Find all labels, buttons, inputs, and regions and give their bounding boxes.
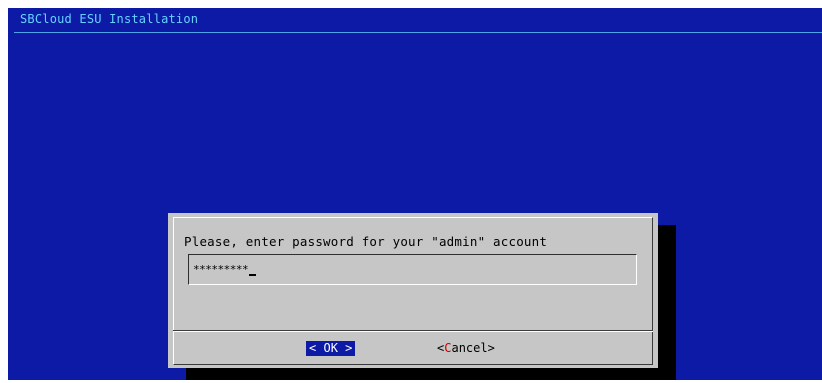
ok-label-rest: K (330, 341, 338, 355)
ok-hotkey: O (323, 341, 331, 355)
ok-right-bracket: > (345, 341, 353, 355)
password-dialog: Please, enter password for your "admin" … (168, 213, 658, 368)
ok-button[interactable]: < OK > (306, 341, 356, 356)
ok-left-bracket: < (309, 341, 317, 355)
button-separator (173, 330, 653, 332)
cancel-right-bracket: > (487, 341, 495, 355)
cancel-label-rest: ancel (451, 341, 488, 355)
terminal-screen: SBCloud ESU Installation Please, enter p… (8, 8, 822, 380)
password-value: ********* (193, 263, 249, 276)
text-cursor (249, 274, 257, 276)
password-input[interactable]: ********* (188, 254, 637, 285)
cancel-button[interactable]: <Cancel> (437, 341, 495, 356)
password-field-text: ********* (193, 263, 257, 276)
backtitle: SBCloud ESU Installation (20, 12, 199, 26)
backtitle-divider (14, 32, 822, 33)
dialog-prompt: Please, enter password for your "admin" … (184, 234, 548, 249)
